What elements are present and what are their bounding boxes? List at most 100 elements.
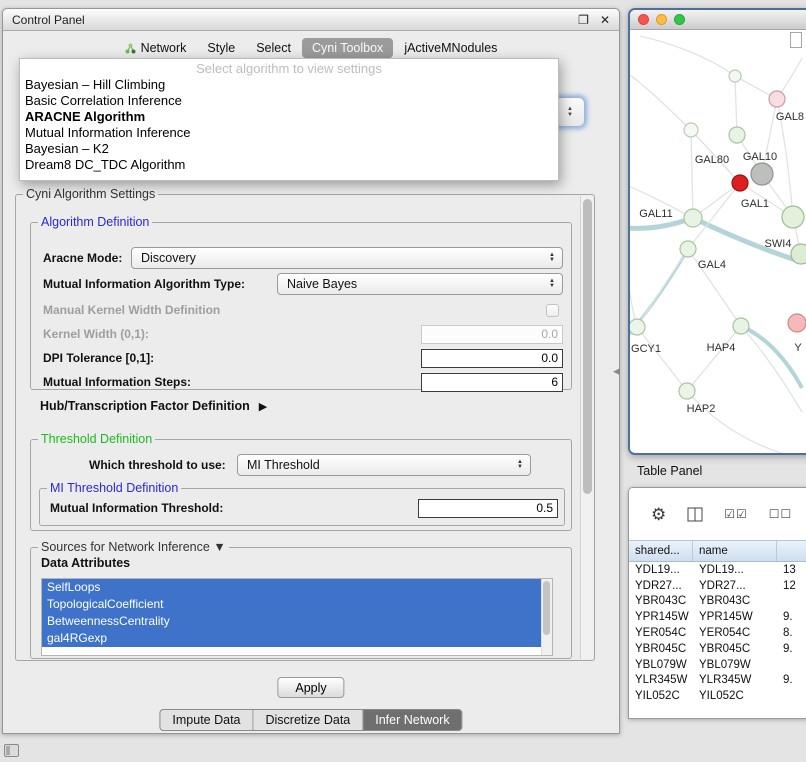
network-node[interactable] bbox=[729, 127, 745, 143]
table-row[interactable]: YBR045CYBR045C9. bbox=[629, 641, 806, 657]
table-row[interactable]: YIL052CYIL052C bbox=[629, 688, 806, 704]
column-header-extra[interactable] bbox=[777, 541, 806, 561]
network-edge[interactable] bbox=[630, 75, 691, 130]
network-node[interactable] bbox=[684, 209, 702, 227]
attribute-list-item[interactable]: gal4RGexp bbox=[42, 630, 541, 647]
panel-sash-arrow-icon[interactable]: ◀ bbox=[613, 366, 620, 377]
node-label: HAP4 bbox=[707, 342, 736, 354]
float-window-icon[interactable]: ❐ bbox=[578, 13, 589, 27]
table-row[interactable]: YDL19...YDL19...13 bbox=[629, 562, 806, 578]
tab-jactivemodules[interactable]: jActiveMNodules bbox=[394, 38, 507, 58]
algorithm-option[interactable]: Basic Correlation Inference bbox=[20, 93, 558, 109]
network-edge[interactable] bbox=[637, 249, 688, 327]
select-checked-icon[interactable]: ☑☑ bbox=[724, 507, 748, 521]
network-canvas[interactable]: GAL8GAL80GAL10GAL11GAL1SWI4GAL4GCY1HAP4Y… bbox=[630, 30, 806, 452]
network-edge[interactable] bbox=[687, 326, 741, 391]
table-cell: 13 bbox=[777, 564, 806, 576]
kernel-width-field[interactable] bbox=[421, 325, 563, 344]
table-row[interactable]: YPR145WYPR145W9. bbox=[629, 609, 806, 625]
network-edge[interactable] bbox=[687, 391, 784, 454]
network-edge[interactable] bbox=[640, 36, 735, 76]
manual-kernel-checkbox[interactable] bbox=[546, 304, 559, 317]
network-edge[interactable] bbox=[735, 76, 737, 135]
scrollbar-thumb[interactable] bbox=[543, 581, 550, 635]
tab-network[interactable]: Network bbox=[115, 38, 197, 58]
network-node[interactable] bbox=[769, 91, 785, 107]
algorithm-option[interactable]: Dream8 DC_TDC Algorithm bbox=[20, 157, 558, 173]
network-edge[interactable] bbox=[691, 130, 693, 218]
zoom-traffic-light[interactable] bbox=[674, 14, 685, 25]
data-attributes-list[interactable]: SelfLoopsTopologicalCoefficientBetweenne… bbox=[41, 578, 553, 656]
scrollbar-thumb[interactable] bbox=[583, 199, 592, 494]
network-edge[interactable] bbox=[741, 326, 802, 388]
attribute-items: SelfLoopsTopologicalCoefficientBetweenne… bbox=[42, 579, 552, 647]
algorithm-option[interactable]: ARACNE Algorithm bbox=[20, 109, 558, 125]
algorithm-option[interactable]: Mutual Information Inference bbox=[20, 125, 558, 141]
kernel-width-label: Kernel Width (0,1): bbox=[43, 327, 149, 341]
tab-style[interactable]: Style bbox=[197, 38, 245, 58]
expanded-triangle-icon[interactable]: ▼ bbox=[213, 540, 225, 554]
network-view-window: GAL8GAL80GAL10GAL11GAL1SWI4GAL4GCY1HAP4Y… bbox=[628, 8, 806, 455]
dpi-tolerance-field[interactable] bbox=[421, 349, 563, 368]
close-icon[interactable]: ✕ bbox=[600, 13, 610, 27]
attribute-list-item[interactable]: BetweennessCentrality bbox=[42, 613, 541, 630]
canvas-corner-widget[interactable] bbox=[790, 32, 802, 48]
network-node[interactable] bbox=[732, 175, 748, 191]
network-node[interactable] bbox=[680, 241, 696, 257]
table-cell: YLR345W bbox=[629, 674, 693, 686]
algorithm-definition-title: Algorithm Definition bbox=[38, 215, 152, 229]
network-node[interactable] bbox=[630, 319, 645, 335]
table-cell: 9. bbox=[777, 643, 806, 655]
network-window-titlebar[interactable] bbox=[630, 10, 806, 30]
collapsed-triangle-icon[interactable]: ▶ bbox=[259, 400, 267, 413]
table-row[interactable]: YBL079WYBL079W bbox=[629, 657, 806, 673]
network-edge[interactable] bbox=[637, 327, 687, 391]
algorithm-combobox-arrows[interactable]: ▲ ▼ bbox=[555, 97, 585, 127]
attribute-list-item[interactable]: SelfLoops bbox=[42, 579, 541, 596]
close-traffic-light[interactable] bbox=[638, 14, 649, 25]
control-panel-titlebar[interactable]: Control Panel ❐ ✕ bbox=[3, 9, 619, 31]
network-node[interactable] bbox=[684, 123, 698, 137]
manual-kernel-row: Manual Kernel Width Definition bbox=[31, 299, 571, 321]
network-node[interactable] bbox=[751, 163, 773, 185]
mi-steps-field[interactable] bbox=[421, 373, 563, 392]
settings-scrollbar[interactable] bbox=[580, 196, 593, 659]
network-node[interactable] bbox=[782, 206, 804, 228]
gear-icon[interactable]: ⚙ bbox=[651, 506, 666, 523]
network-node[interactable] bbox=[733, 318, 749, 334]
select-unchecked-icon[interactable]: ☐☐ bbox=[769, 507, 793, 521]
mi-type-combobox[interactable]: Naive Bayes ▲▼ bbox=[277, 273, 563, 295]
network-node[interactable] bbox=[791, 244, 806, 264]
tab-select[interactable]: Select bbox=[246, 38, 301, 58]
table-row[interactable]: YBR043CYBR043C bbox=[629, 594, 806, 610]
apply-button[interactable]: Apply bbox=[277, 677, 344, 698]
which-threshold-combobox[interactable]: MI Threshold ▲▼ bbox=[237, 454, 531, 476]
table-row[interactable]: YER054CYER054C8. bbox=[629, 625, 806, 641]
algorithm-option[interactable]: Bayesian – K2 bbox=[20, 141, 558, 157]
attribute-list-scrollbar[interactable] bbox=[541, 579, 552, 655]
tab-cyni-toolbox[interactable]: Cyni Toolbox bbox=[302, 38, 393, 58]
tab-infer-network[interactable]: Infer Network bbox=[363, 710, 461, 730]
network-node[interactable] bbox=[788, 314, 806, 332]
hub-definition-expander[interactable]: Hub/Transcription Factor Definition ▶ bbox=[40, 399, 267, 413]
tab-discretize-data[interactable]: Discretize Data bbox=[254, 710, 364, 730]
columns-icon[interactable] bbox=[687, 507, 703, 522]
network-node[interactable] bbox=[729, 70, 741, 82]
aracne-mode-combobox[interactable]: Discovery ▲▼ bbox=[131, 247, 563, 269]
minimize-traffic-light[interactable] bbox=[656, 14, 667, 25]
column-header-name[interactable]: name bbox=[693, 541, 777, 561]
table-row[interactable]: YDR27...YDR27...12 bbox=[629, 578, 806, 594]
table-row[interactable]: YLR345WYLR345W9. bbox=[629, 673, 806, 689]
table-cell: YBL079W bbox=[629, 659, 693, 671]
table-toolbar: ⚙ ☑☑ ☐☐ bbox=[629, 488, 806, 540]
column-header-shared-name[interactable]: shared... bbox=[629, 541, 693, 561]
attribute-list-item[interactable]: TopologicalCoefficient bbox=[42, 596, 541, 613]
panel-dock-icon[interactable] bbox=[4, 744, 19, 757]
tab-impute-data[interactable]: Impute Data bbox=[160, 710, 253, 730]
which-threshold-value: MI Threshold bbox=[247, 458, 320, 472]
algorithm-option[interactable]: Bayesian – Hill Climbing bbox=[20, 77, 558, 93]
network-node[interactable] bbox=[679, 383, 695, 399]
network-edge[interactable] bbox=[741, 326, 802, 412]
network-edge[interactable] bbox=[630, 256, 637, 327]
mi-threshold-field[interactable] bbox=[418, 499, 558, 518]
